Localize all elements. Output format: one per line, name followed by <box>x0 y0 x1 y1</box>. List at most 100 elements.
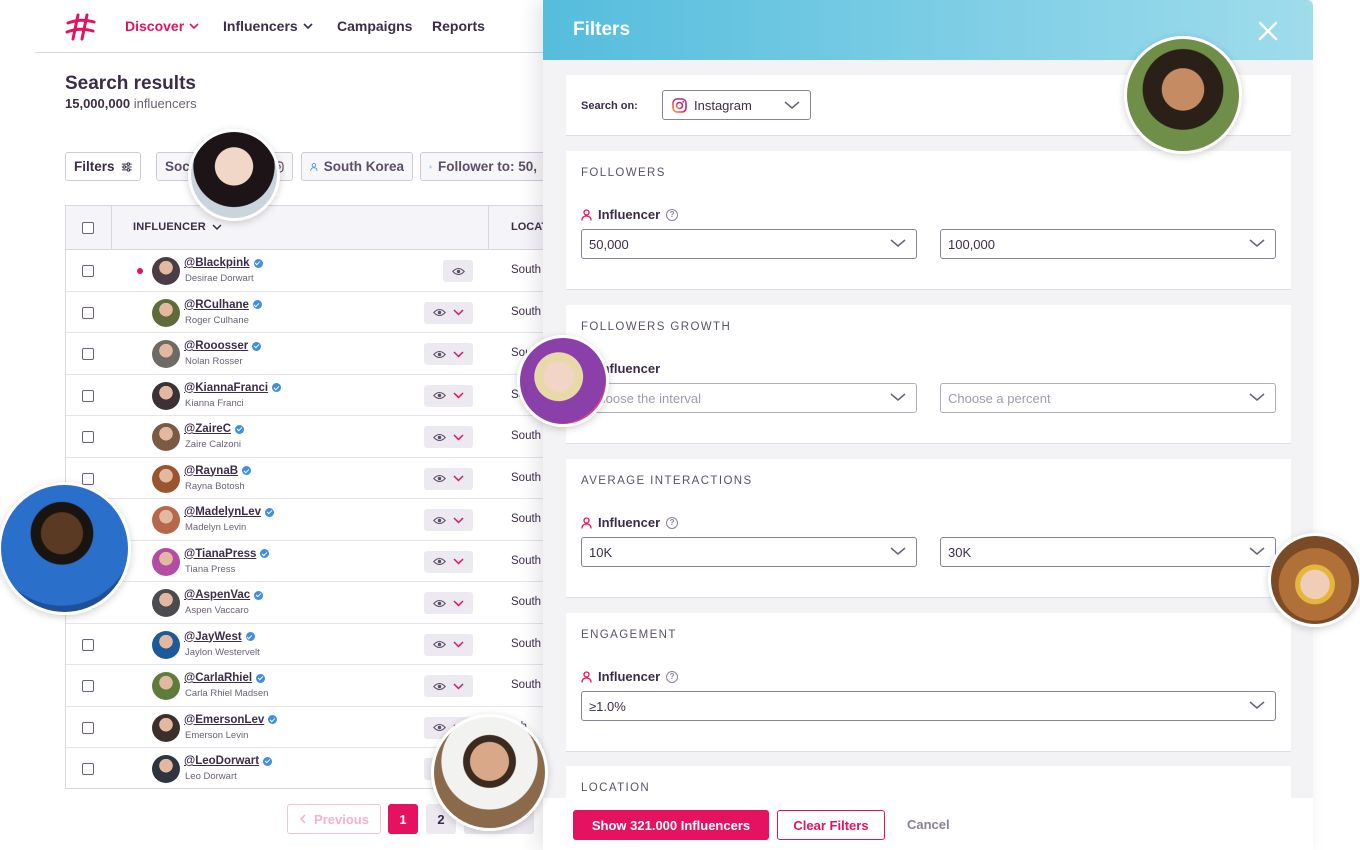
table-row[interactable]: @KiannaFranciKianna FranciSo <box>66 375 543 416</box>
table-row[interactable]: @RaynaB Rayna Botosh South <box>66 458 543 499</box>
eye-icon[interactable] <box>433 599 446 608</box>
eye-icon[interactable] <box>433 474 446 483</box>
row-checkbox[interactable] <box>82 265 94 277</box>
chevron-down-icon[interactable] <box>453 682 464 690</box>
eye-icon[interactable] <box>433 516 446 525</box>
chevron-down-icon[interactable] <box>453 641 464 648</box>
column-influencer[interactable]: INFLUENCER <box>133 221 222 233</box>
chevron-down-icon[interactable] <box>453 392 464 399</box>
nav-campaigns[interactable]: Campaigns <box>337 18 412 34</box>
eye-icon[interactable] <box>433 433 446 442</box>
row-actions[interactable] <box>424 467 473 490</box>
filter-min-select[interactable]: 50,000 <box>581 229 917 259</box>
page-1-button[interactable]: 1 <box>388 804 418 834</box>
filter-select[interactable]: ≥1.0% <box>581 691 1276 721</box>
row-actions[interactable] <box>424 301 473 324</box>
influencer-handle[interactable]: @Blackpink <box>184 257 263 269</box>
platform-select[interactable]: Instagram <box>662 90 811 120</box>
influencer-name: Kianna Franci <box>185 397 244 409</box>
filter-max-select[interactable]: 100,000 <box>940 229 1276 259</box>
eye-icon[interactable] <box>451 267 465 276</box>
row-checkbox[interactable] <box>82 763 94 775</box>
row-actions[interactable] <box>424 509 473 531</box>
nav-discover[interactable]: Discover <box>125 18 199 34</box>
clear-filters-button[interactable]: Clear Filters <box>777 810 885 840</box>
verified-icon <box>260 549 270 558</box>
table-row[interactable]: @CarlaRhiel Carla Rhiel Madsen South <box>66 665 543 707</box>
row-actions[interactable] <box>424 675 473 697</box>
row-actions[interactable] <box>424 343 473 365</box>
nav-influencers[interactable]: Influencers <box>223 18 313 34</box>
table-row[interactable]: @Blackpink Desirae Dorwart South <box>66 250 543 292</box>
row-actions[interactable] <box>443 260 473 282</box>
row-checkbox[interactable] <box>82 472 94 485</box>
influencer-handle[interactable]: @MadelynLev <box>184 506 275 518</box>
row-checkbox[interactable] <box>82 638 94 651</box>
row-checkbox[interactable] <box>82 306 94 319</box>
chevron-down-icon[interactable] <box>453 558 464 565</box>
row-checkbox[interactable] <box>82 680 94 692</box>
influencer-handle[interactable]: @RaynaB <box>184 465 252 477</box>
chevron-down-icon[interactable] <box>453 309 464 316</box>
show-influencers-button[interactable]: Show 321.000 Influencers <box>573 810 769 840</box>
hashtag-logo-icon[interactable] <box>65 12 97 42</box>
results-count-suffix: influencers <box>133 96 197 111</box>
filters-button[interactable]: Filters <box>65 152 141 181</box>
previous-page-button[interactable]: Previous <box>287 804 381 834</box>
table-row[interactable]: @ZaireC Zaire Calzoni South <box>66 416 543 458</box>
eye-icon[interactable] <box>433 557 446 566</box>
row-checkbox[interactable] <box>82 389 94 402</box>
help-icon[interactable]: ? <box>666 516 679 529</box>
influencer-handle[interactable]: @LeoDorwart <box>184 755 273 767</box>
chip-followers[interactable]: Follower to: 50, <box>420 152 545 181</box>
chevron-down-icon[interactable] <box>453 350 464 358</box>
row-actions[interactable] <box>424 550 473 573</box>
eye-icon[interactable] <box>433 350 446 359</box>
filter-max-select[interactable]: Choose a percent <box>940 383 1276 413</box>
cancel-button[interactable]: Cancel <box>907 817 950 832</box>
filter-max-select[interactable]: 30K <box>940 537 1276 567</box>
filter-min-value: 50,000 <box>589 236 629 252</box>
influencer-handle[interactable]: @CarlaRhiel <box>184 672 266 684</box>
chevron-down-icon[interactable] <box>453 599 464 607</box>
help-icon[interactable]: ? <box>666 208 679 221</box>
table-row[interactable]: @RCulhane Roger Culhane South <box>66 292 543 333</box>
influencer-handle[interactable]: @AspenVac <box>184 589 264 601</box>
table-row[interactable]: @Rooosser Nolan Rosser Sou <box>66 333 543 375</box>
eye-icon[interactable] <box>433 723 446 732</box>
influencer-handle[interactable]: @ZaireC <box>184 423 245 435</box>
influencer-handle[interactable]: @JayWest <box>184 631 255 643</box>
column-location[interactable]: LOCAT <box>511 221 543 233</box>
row-checkbox[interactable] <box>82 431 94 443</box>
chevron-down-icon[interactable] <box>453 433 464 441</box>
column-influencer-label: INFLUENCER <box>133 221 206 233</box>
nav-reports[interactable]: Reports <box>432 18 485 34</box>
eye-icon[interactable] <box>433 391 446 400</box>
select-all-checkbox[interactable] <box>82 222 94 234</box>
chevron-down-icon[interactable] <box>453 516 464 524</box>
row-actions[interactable] <box>424 426 473 448</box>
influencer-handle[interactable]: @KiannaFranci <box>184 382 282 394</box>
influencer-handle[interactable]: @Rooosser <box>184 340 262 352</box>
filter-min-select[interactable]: 10K <box>581 537 917 567</box>
table-row[interactable]: @TianaPress Tiana Press South <box>66 541 543 582</box>
row-actions[interactable] <box>424 633 473 656</box>
eye-icon[interactable] <box>433 682 446 691</box>
table-row[interactable]: @MadelynLev Madelyn Levin South <box>66 499 543 541</box>
chevron-down-icon[interactable] <box>453 475 464 482</box>
close-icon[interactable] <box>1257 20 1279 42</box>
influencer-handle[interactable]: @EmersonLev <box>184 714 278 726</box>
eye-icon[interactable] <box>433 640 446 649</box>
table-row[interactable]: @JayWest Jaylon Westervelt South <box>66 624 543 665</box>
row-actions[interactable] <box>424 384 473 407</box>
chip-country[interactable]: South Korea <box>301 152 413 181</box>
help-icon[interactable]: ? <box>666 670 679 683</box>
row-actions[interactable] <box>424 592 473 614</box>
row-checkbox[interactable] <box>82 348 94 360</box>
row-checkbox[interactable] <box>82 721 94 734</box>
eye-icon[interactable] <box>433 308 446 317</box>
influencer-handle[interactable]: @RCulhane <box>184 299 262 311</box>
table-row[interactable]: @AspenVac Aspen Vaccaro South <box>66 582 543 624</box>
filter-min-select[interactable]: Choose the interval <box>581 383 917 413</box>
influencer-handle[interactable]: @TianaPress <box>184 548 270 560</box>
